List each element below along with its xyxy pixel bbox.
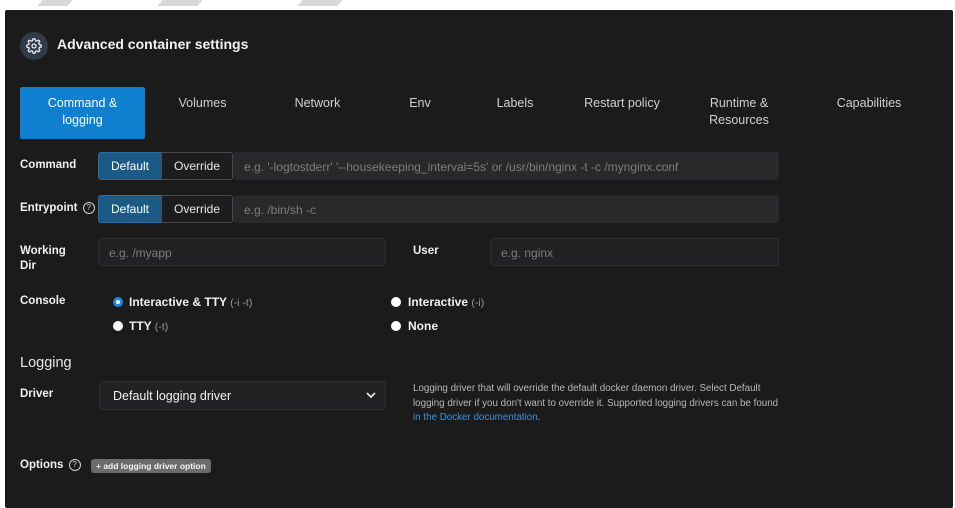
command-label: Command bbox=[20, 159, 77, 171]
console-option-none: None bbox=[408, 319, 438, 333]
logging-driver-value: Default logging driver bbox=[113, 389, 232, 403]
entrypoint-default-button[interactable]: Default bbox=[98, 195, 162, 223]
tab-restart-policy[interactable]: Restart policy bbox=[570, 87, 674, 139]
console-option-interactive: Interactive (-i) bbox=[408, 295, 484, 309]
tab-label: Volumes bbox=[178, 96, 227, 110]
tab-label: Command & logging bbox=[47, 96, 118, 127]
entrypoint-label: Entrypoint ? bbox=[20, 201, 95, 216]
command-input[interactable]: e.g. '-logtostderr' '--housekeeping_inte… bbox=[233, 152, 779, 180]
entrypoint-label-text: Entrypoint bbox=[20, 202, 78, 214]
docker-docs-link[interactable]: in the Docker documentation bbox=[413, 412, 538, 423]
help-icon[interactable]: ? bbox=[82, 201, 95, 214]
entrypoint-override-button[interactable]: Override bbox=[161, 195, 233, 223]
console-radio-interactive-tty[interactable] bbox=[113, 297, 123, 307]
option-label: None bbox=[408, 319, 438, 333]
add-logging-option-button[interactable]: + add logging driver option bbox=[91, 459, 211, 473]
console-label: Console bbox=[20, 295, 66, 307]
console-radio-none[interactable] bbox=[391, 321, 401, 331]
tab-label: Network bbox=[294, 96, 341, 110]
user-label: User bbox=[413, 245, 439, 257]
chevron-down-icon bbox=[365, 387, 377, 406]
option-sub: (-i -t) bbox=[230, 297, 253, 309]
console-option-tty: TTY (-t) bbox=[129, 319, 168, 333]
page-title: Advanced container settings bbox=[57, 36, 249, 52]
tab-labels[interactable]: Labels bbox=[480, 87, 550, 139]
tab-volumes[interactable]: Volumes bbox=[160, 87, 245, 139]
tab-label: Labels bbox=[496, 96, 534, 110]
working-dir-input[interactable]: e.g. /myapp bbox=[98, 238, 386, 266]
option-label: TTY bbox=[129, 319, 152, 333]
working-dir-label: Working Dir bbox=[20, 245, 66, 272]
option-sub: (-i) bbox=[471, 297, 485, 309]
help-icon[interactable]: ? bbox=[68, 458, 81, 471]
tab-label: Restart policy bbox=[584, 96, 660, 110]
help-text-end: . bbox=[537, 412, 541, 423]
command-default-button[interactable]: Default bbox=[98, 152, 162, 180]
tab-runtime-resources[interactable]: Runtime & Resources bbox=[696, 87, 782, 139]
logging-section-title: Logging bbox=[20, 355, 72, 371]
console-option-interactive-tty: Interactive & TTY (-i -t) bbox=[129, 295, 252, 309]
tab-label: Runtime & Resources bbox=[709, 96, 769, 127]
entrypoint-input[interactable]: e.g. /bin/sh -c bbox=[233, 195, 779, 223]
tab-command-logging[interactable]: Command & logging bbox=[20, 87, 145, 139]
help-text: Logging driver that will override the de… bbox=[413, 383, 779, 409]
gear-icon bbox=[20, 32, 48, 60]
tab-network[interactable]: Network bbox=[275, 87, 360, 139]
options-label-text: Options bbox=[20, 459, 64, 471]
tab-label: Env bbox=[409, 96, 431, 110]
logging-driver-help: Logging driver that will override the de… bbox=[413, 382, 783, 426]
options-label: Options ? bbox=[20, 458, 81, 473]
entrypoint-placeholder: e.g. /bin/sh -c bbox=[244, 203, 317, 217]
tab-capabilities[interactable]: Capabilities bbox=[820, 87, 918, 139]
working-dir-placeholder: e.g. /myapp bbox=[109, 246, 172, 260]
user-input[interactable]: e.g. nginx bbox=[490, 238, 779, 266]
tab-env[interactable]: Env bbox=[385, 87, 455, 139]
command-override-button[interactable]: Override bbox=[161, 152, 233, 180]
console-radio-interactive[interactable] bbox=[391, 297, 401, 307]
console-radio-tty[interactable] bbox=[113, 321, 123, 331]
option-sub: (-t) bbox=[154, 321, 169, 333]
logging-driver-select[interactable]: Default logging driver bbox=[99, 381, 386, 410]
option-label: Interactive bbox=[408, 295, 469, 309]
user-placeholder: e.g. nginx bbox=[501, 246, 554, 260]
driver-label: Driver bbox=[20, 388, 54, 400]
option-label: Interactive & TTY bbox=[129, 295, 227, 309]
command-placeholder: e.g. '-logtostderr' '--housekeeping_inte… bbox=[244, 160, 679, 174]
tab-label: Capabilities bbox=[836, 96, 902, 110]
